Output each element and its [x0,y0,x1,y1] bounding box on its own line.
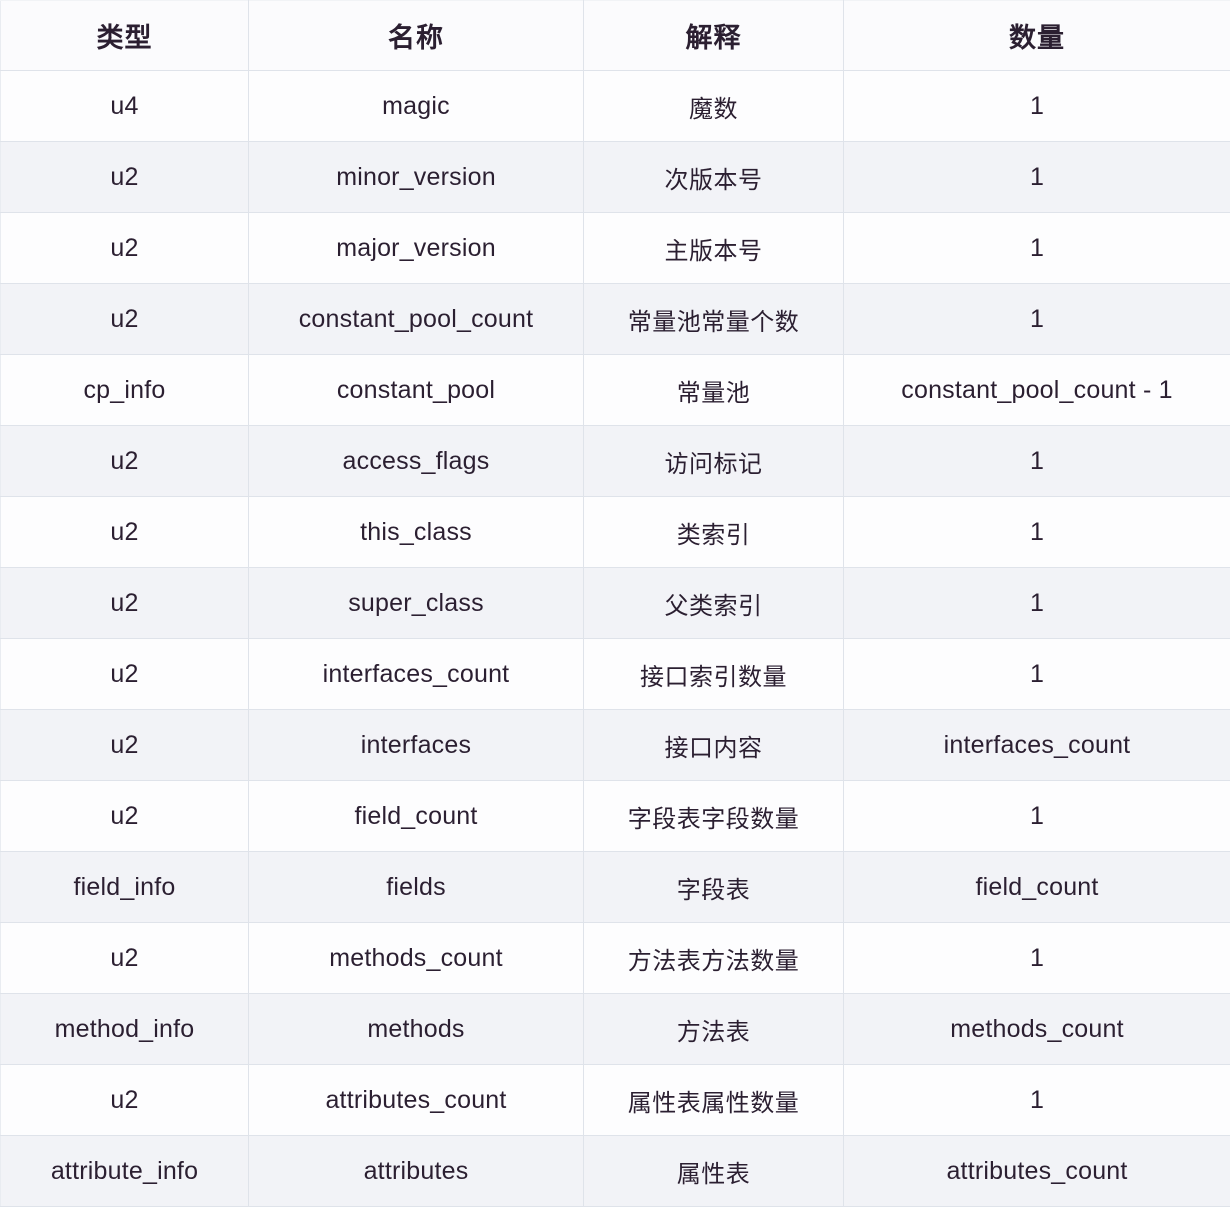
cell-desc: 访问标记 [584,426,844,497]
cell-quantity: constant_pool_count - 1 [844,355,1230,426]
cell-type: u2 [1,568,249,639]
table-row: u4magic魔数1 [1,71,1230,142]
cell-desc: 主版本号 [584,213,844,284]
cell-name: super_class [249,568,584,639]
cell-type: u2 [1,923,249,994]
column-header-desc: 解释 [584,1,844,71]
table-row: field_infofields字段表field_count [1,852,1230,923]
table-row: u2major_version主版本号1 [1,213,1230,284]
table-row: attribute_infoattributes属性表attributes_co… [1,1136,1230,1207]
table-header: 类型 名称 解释 数量 [1,1,1230,71]
table-row: u2constant_pool_count常量池常量个数1 [1,284,1230,355]
class-file-structure-table: 类型 名称 解释 数量 u4magic魔数1u2minor_version次版本… [0,0,1230,1207]
column-header-name: 名称 [249,1,584,71]
cell-desc: 字段表字段数量 [584,781,844,852]
cell-desc: 父类索引 [584,568,844,639]
cell-type: u2 [1,639,249,710]
cell-desc: 属性表 [584,1136,844,1207]
cell-quantity: 1 [844,213,1230,284]
cell-type: cp_info [1,355,249,426]
cell-quantity: interfaces_count [844,710,1230,781]
cell-quantity: field_count [844,852,1230,923]
table-row: u2access_flags访问标记1 [1,426,1230,497]
table-row: method_infomethods方法表methods_count [1,994,1230,1065]
table-body: u4magic魔数1u2minor_version次版本号1u2major_ve… [1,71,1230,1207]
table-row: u2minor_version次版本号1 [1,142,1230,213]
cell-name: attributes [249,1136,584,1207]
table-row: u2this_class类索引1 [1,497,1230,568]
table-row: u2super_class父类索引1 [1,568,1230,639]
cell-quantity: 1 [844,568,1230,639]
cell-desc: 常量池常量个数 [584,284,844,355]
table-row: cp_infoconstant_pool常量池constant_pool_cou… [1,355,1230,426]
cell-type: u2 [1,710,249,781]
cell-quantity: 1 [844,1065,1230,1136]
cell-name: constant_pool [249,355,584,426]
cell-desc: 接口索引数量 [584,639,844,710]
cell-quantity: 1 [844,142,1230,213]
cell-type: field_info [1,852,249,923]
cell-name: access_flags [249,426,584,497]
cell-name: minor_version [249,142,584,213]
cell-name: field_count [249,781,584,852]
table-row: u2attributes_count属性表属性数量1 [1,1065,1230,1136]
column-header-type: 类型 [1,1,249,71]
cell-type: u2 [1,1065,249,1136]
cell-type: u2 [1,426,249,497]
cell-desc: 魔数 [584,71,844,142]
cell-type: u2 [1,284,249,355]
table-row: u2methods_count方法表方法数量1 [1,923,1230,994]
cell-name: major_version [249,213,584,284]
cell-desc: 接口内容 [584,710,844,781]
cell-quantity: 1 [844,284,1230,355]
cell-name: magic [249,71,584,142]
cell-desc: 类索引 [584,497,844,568]
cell-quantity: attributes_count [844,1136,1230,1207]
cell-type: u2 [1,213,249,284]
cell-quantity: 1 [844,923,1230,994]
cell-type: u4 [1,71,249,142]
cell-name: interfaces [249,710,584,781]
table-row: u2field_count字段表字段数量1 [1,781,1230,852]
cell-name: fields [249,852,584,923]
cell-quantity: 1 [844,497,1230,568]
cell-desc: 次版本号 [584,142,844,213]
cell-name: attributes_count [249,1065,584,1136]
cell-quantity: 1 [844,781,1230,852]
cell-name: methods [249,994,584,1065]
column-header-quantity: 数量 [844,1,1230,71]
cell-quantity: methods_count [844,994,1230,1065]
table-row: u2interfaces_count接口索引数量1 [1,639,1230,710]
cell-name: constant_pool_count [249,284,584,355]
cell-desc: 字段表 [584,852,844,923]
cell-desc: 方法表方法数量 [584,923,844,994]
cell-desc: 属性表属性数量 [584,1065,844,1136]
cell-type: method_info [1,994,249,1065]
cell-type: u2 [1,142,249,213]
cell-desc: 常量池 [584,355,844,426]
cell-quantity: 1 [844,71,1230,142]
cell-quantity: 1 [844,639,1230,710]
cell-type: attribute_info [1,1136,249,1207]
cell-name: methods_count [249,923,584,994]
cell-name: this_class [249,497,584,568]
cell-quantity: 1 [844,426,1230,497]
cell-type: u2 [1,497,249,568]
cell-desc: 方法表 [584,994,844,1065]
table-header-row: 类型 名称 解释 数量 [1,1,1230,71]
cell-type: u2 [1,781,249,852]
cell-name: interfaces_count [249,639,584,710]
table-row: u2interfaces接口内容interfaces_count [1,710,1230,781]
